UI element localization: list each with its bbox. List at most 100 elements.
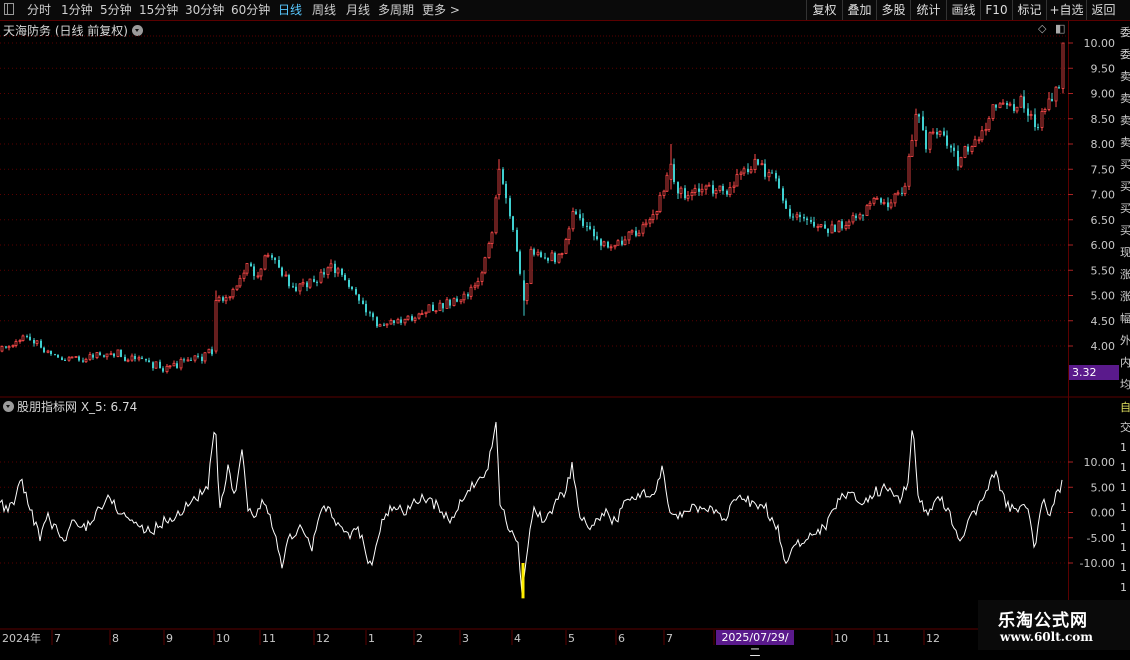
candle-body	[190, 359, 192, 361]
edge-label: 卖	[1120, 114, 1130, 127]
candle-body	[222, 297, 224, 301]
candle-body	[564, 239, 568, 254]
candle-body	[806, 218, 808, 220]
candle-body	[413, 317, 417, 321]
candle-body	[43, 347, 45, 353]
candle-body	[292, 286, 294, 288]
x-month-label: 9	[166, 632, 173, 645]
candle-body	[417, 313, 421, 319]
candle-body	[1006, 103, 1008, 106]
candle-body	[882, 202, 886, 204]
x-month-label: 12	[316, 632, 330, 645]
chevron-down-icon[interactable]	[3, 401, 14, 412]
candle-body	[623, 239, 627, 246]
edge-label: 1	[1120, 541, 1127, 554]
panel-toggle-icon[interactable]: ◧	[1055, 22, 1065, 36]
period-tab-9[interactable]: 多周期	[378, 0, 414, 20]
edge-label: 现	[1120, 246, 1130, 259]
candle-body	[319, 271, 323, 283]
stock-title-text: 天海防务 (日线 前复权)	[3, 24, 128, 38]
candle-body	[922, 116, 924, 131]
candle-body	[875, 197, 879, 200]
candle-body	[686, 195, 690, 199]
candle-body	[278, 260, 280, 268]
candle-body	[635, 230, 637, 236]
period-tab-3[interactable]: 15分钟	[139, 0, 178, 20]
candle-body	[393, 320, 395, 324]
candle-body	[281, 267, 283, 276]
candle-body	[630, 230, 634, 233]
period-tab-8[interactable]: 月线	[346, 0, 370, 20]
period-tab-10[interactable]: 更多 >	[422, 0, 460, 20]
indicator-tick-label: 10.00	[1084, 456, 1116, 469]
period-tab-1[interactable]: 1分钟	[61, 0, 93, 20]
candle-body	[973, 139, 977, 148]
toolbar-action-7[interactable]: +自选	[1046, 0, 1086, 20]
toolbar-action-0[interactable]: 复权	[806, 0, 842, 20]
x-month-label: 10	[834, 632, 848, 645]
toolbar-action-3[interactable]: 统计	[910, 0, 946, 20]
candle-body	[165, 365, 169, 372]
candle-body	[497, 168, 501, 195]
candle-body	[785, 200, 787, 209]
diamond-icon[interactable]: ◇	[1038, 22, 1046, 36]
candle-body	[596, 236, 598, 240]
candle-body	[953, 147, 955, 151]
candle-body	[887, 202, 889, 208]
candle-body	[168, 365, 172, 368]
chart-canvas[interactable]: 10.009.509.008.508.007.507.006.506.005.5…	[0, 0, 1130, 650]
candle-body	[918, 114, 920, 117]
period-tab-4[interactable]: 30分钟	[185, 0, 224, 20]
candle-body	[250, 263, 252, 267]
candle-body	[550, 252, 554, 262]
period-tab-0[interactable]: 分时	[27, 0, 51, 20]
toolbar-action-5[interactable]: F10	[980, 0, 1012, 20]
watermark: 乐淘公式网 www.60lt.com	[978, 600, 1130, 650]
candle-body	[547, 257, 549, 261]
candle-body	[105, 353, 109, 358]
candle-body	[238, 277, 242, 287]
chevron-down-icon[interactable]	[132, 25, 143, 36]
x-month-label: 1	[368, 632, 375, 645]
candle-body	[186, 359, 190, 362]
quote-panel-edge: 委委卖卖卖卖买买买买现涨涨幅外内均	[1120, 22, 1130, 392]
period-tab-6[interactable]: 日线	[278, 0, 302, 20]
candle-body	[473, 285, 477, 288]
candle-body	[669, 163, 673, 180]
candle-body	[967, 146, 969, 152]
period-tab-5[interactable]: 60分钟	[231, 0, 270, 20]
candle-body	[959, 157, 963, 167]
period-tab-2[interactable]: 5分钟	[100, 0, 132, 20]
candle-body	[116, 349, 120, 357]
toolbar-action-1[interactable]: 叠加	[842, 0, 876, 20]
toolbar-action-6[interactable]: 标记	[1012, 0, 1046, 20]
period-tab-7[interactable]: 周线	[312, 0, 336, 20]
x-month-label: 5	[568, 632, 575, 645]
candle-body	[1019, 96, 1023, 108]
candle-body	[224, 297, 228, 302]
candle-body	[621, 240, 623, 245]
candle-body	[449, 299, 451, 306]
candle-body	[858, 214, 862, 219]
candle-body	[998, 103, 1002, 109]
candle-body	[540, 252, 542, 258]
candle-body	[690, 192, 694, 197]
toolbar-action-4[interactable]: 画线	[946, 0, 980, 20]
candle-body	[819, 224, 823, 227]
toolbar-action-2[interactable]: 多股	[876, 0, 910, 20]
candle-body	[868, 202, 872, 207]
candle-body	[673, 164, 675, 183]
candle-body	[600, 239, 602, 246]
candle-body	[641, 224, 645, 234]
candle-body	[145, 358, 147, 361]
candle-body	[1037, 127, 1039, 129]
candle-body	[284, 274, 288, 277]
candle-body	[288, 275, 290, 287]
candle-body	[658, 194, 662, 213]
candle-body	[987, 118, 991, 130]
candle-body	[154, 361, 158, 369]
toolbar-action-8[interactable]: 返回	[1086, 0, 1120, 20]
candle-body	[698, 188, 700, 192]
candle-body	[427, 304, 431, 313]
window-layout-icon[interactable]	[4, 3, 14, 15]
